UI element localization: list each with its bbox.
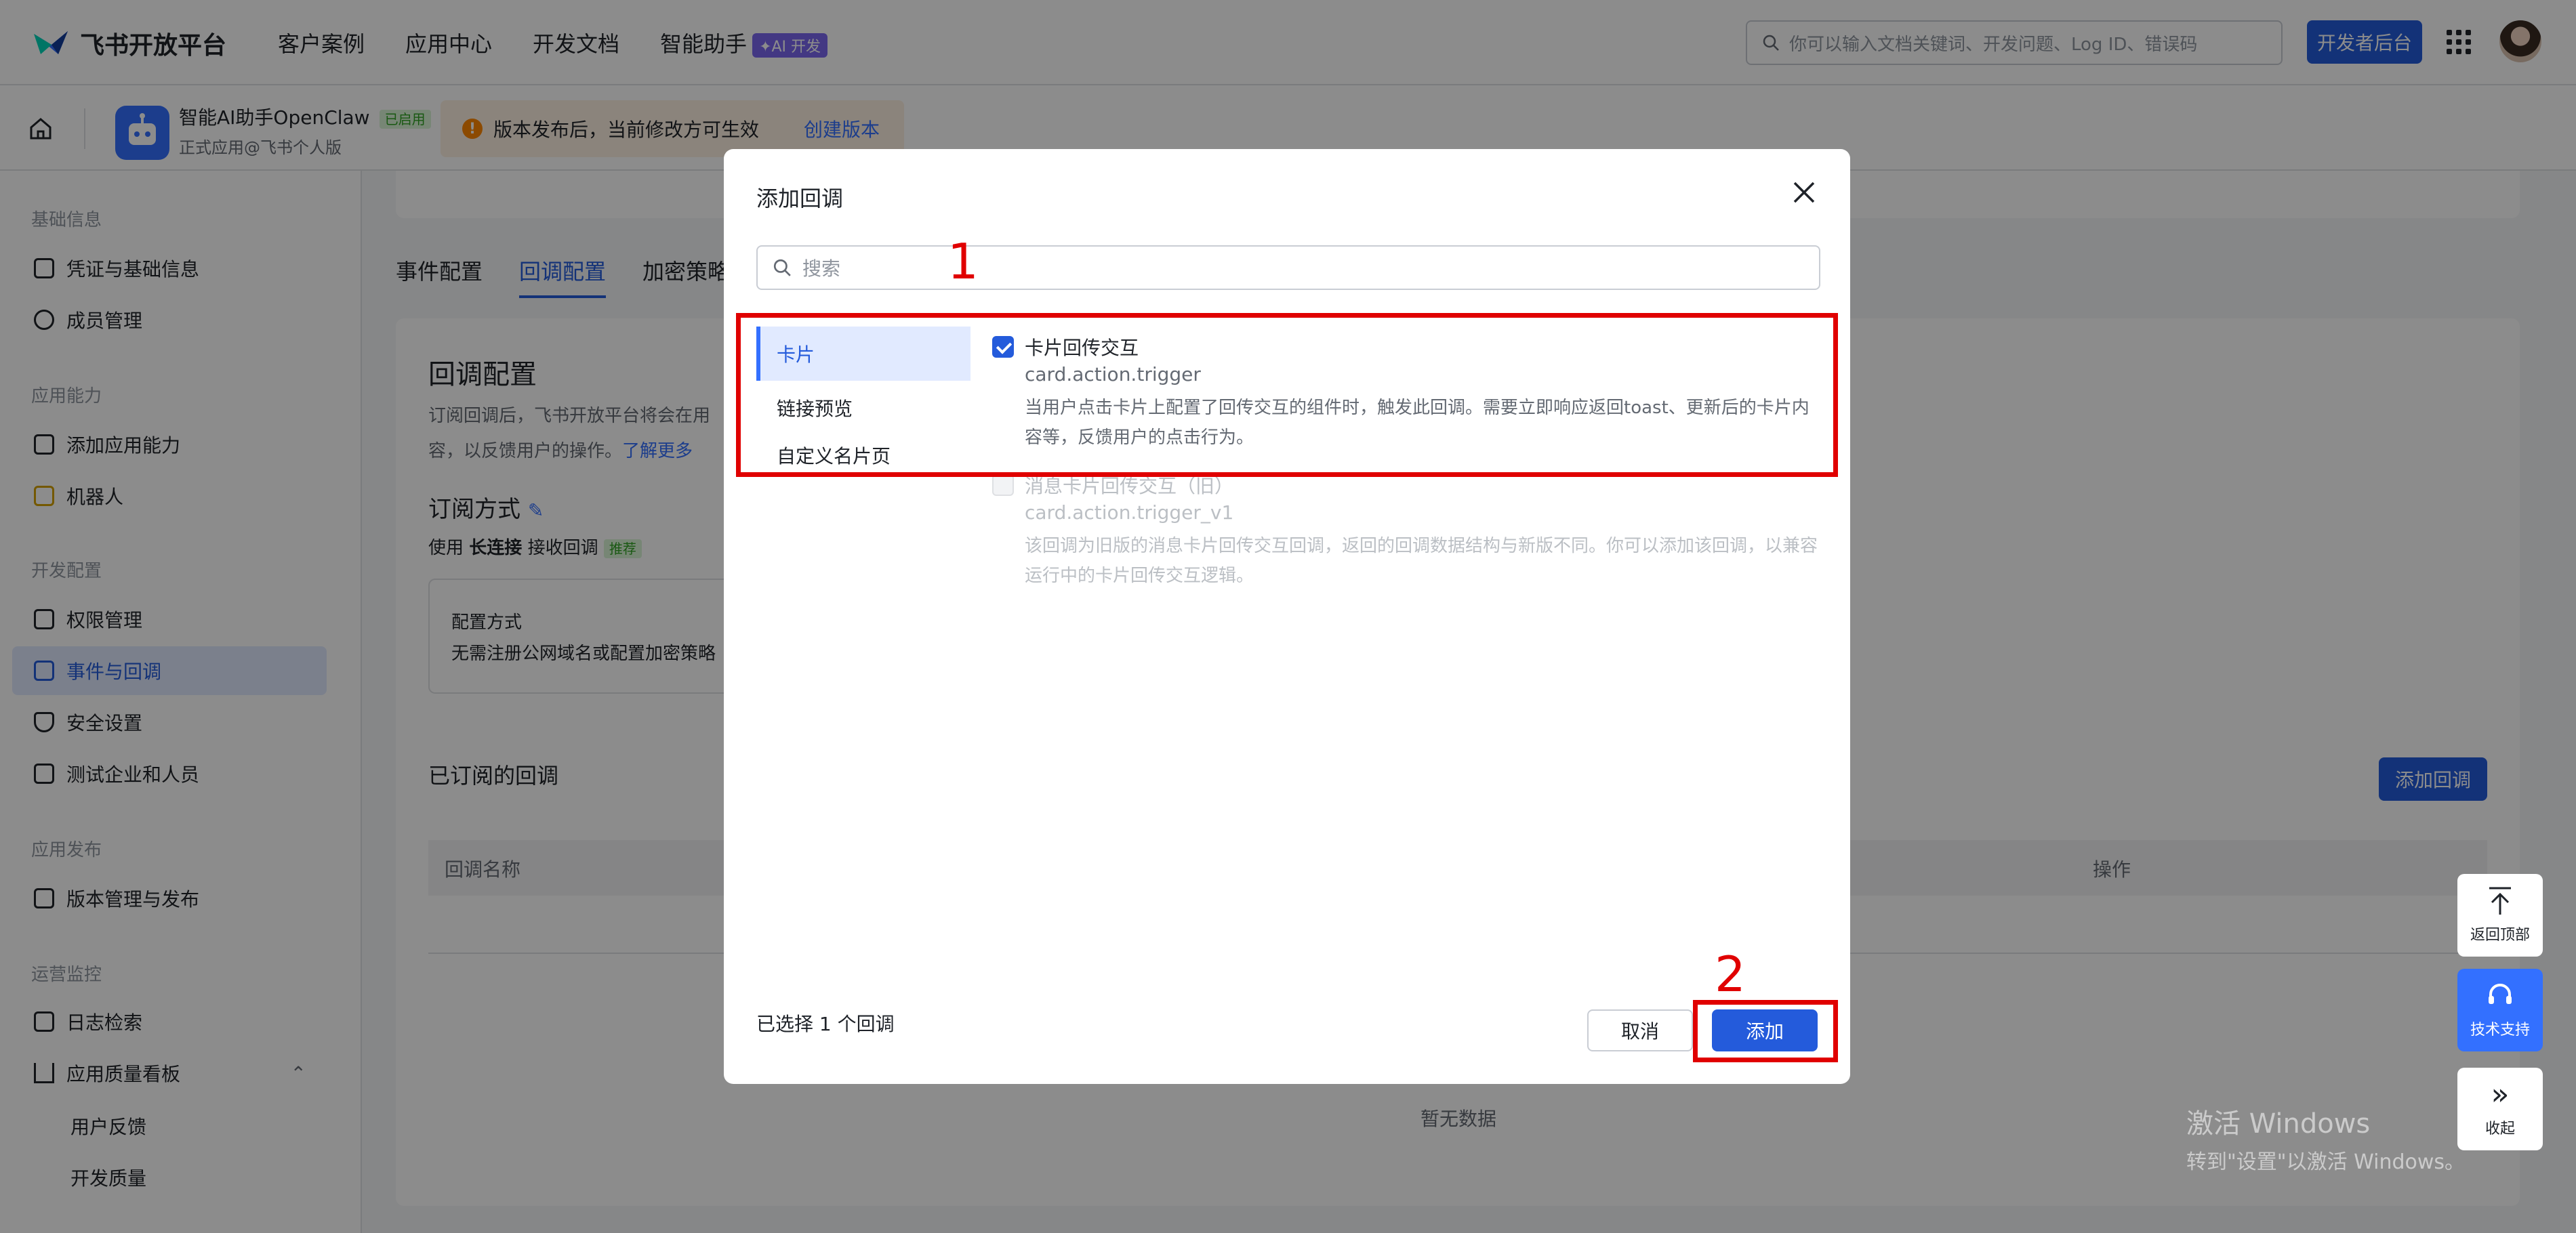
option-description: 该回调为旧版的消息卡片回传交互回调，返回的回调数据结构与新版不同。你可以添加该回… — [1025, 536, 1818, 586]
option-key: card.action.trigger_v1 — [1025, 501, 1234, 524]
modal-title: 添加回调 — [756, 186, 844, 211]
callback-search-placeholder: 搜索 — [802, 257, 841, 280]
annotation-number-1: 1 — [947, 233, 979, 290]
collapse-label: 收起 — [2485, 1121, 2515, 1137]
windows-activation-watermark: 激活 Windows 转到"设置"以激活 Windows。 — [2186, 1102, 2465, 1175]
back-to-top-label: 返回顶部 — [2470, 927, 2530, 944]
annotation-box-2 — [1693, 1000, 1838, 1062]
callback-search-input[interactable]: 搜索 — [756, 245, 1820, 290]
annotation-number-2: 2 — [1715, 946, 1746, 1003]
selected-count: 已选择 1 个回调 — [756, 1013, 895, 1035]
double-chevron-right-icon: » — [2491, 1077, 2510, 1112]
annotation-box-1 — [736, 313, 1838, 477]
tech-support-button[interactable]: 技术支持 — [2457, 969, 2543, 1051]
arrow-up-icon — [2489, 887, 2511, 915]
watermark-line1: 激活 Windows — [2186, 1108, 2371, 1140]
watermark-line2: 转到"设置"以激活 Windows。 — [2186, 1150, 2466, 1174]
tech-support-label: 技术支持 — [2470, 1022, 2530, 1039]
cancel-button[interactable]: 取消 — [1587, 1009, 1693, 1051]
back-to-top-button[interactable]: 返回顶部 — [2457, 874, 2543, 957]
search-icon — [773, 259, 791, 276]
checkbox-disabled — [992, 474, 1014, 496]
add-callback-modal: 添加回调 搜索 卡片 链接预览 自定义名片页 卡片回传交互 card.actio… — [724, 149, 1850, 1084]
headset-icon — [2489, 984, 2512, 1004]
close-icon[interactable] — [1789, 177, 1819, 207]
collapse-button[interactable]: » 收起 — [2457, 1068, 2543, 1150]
